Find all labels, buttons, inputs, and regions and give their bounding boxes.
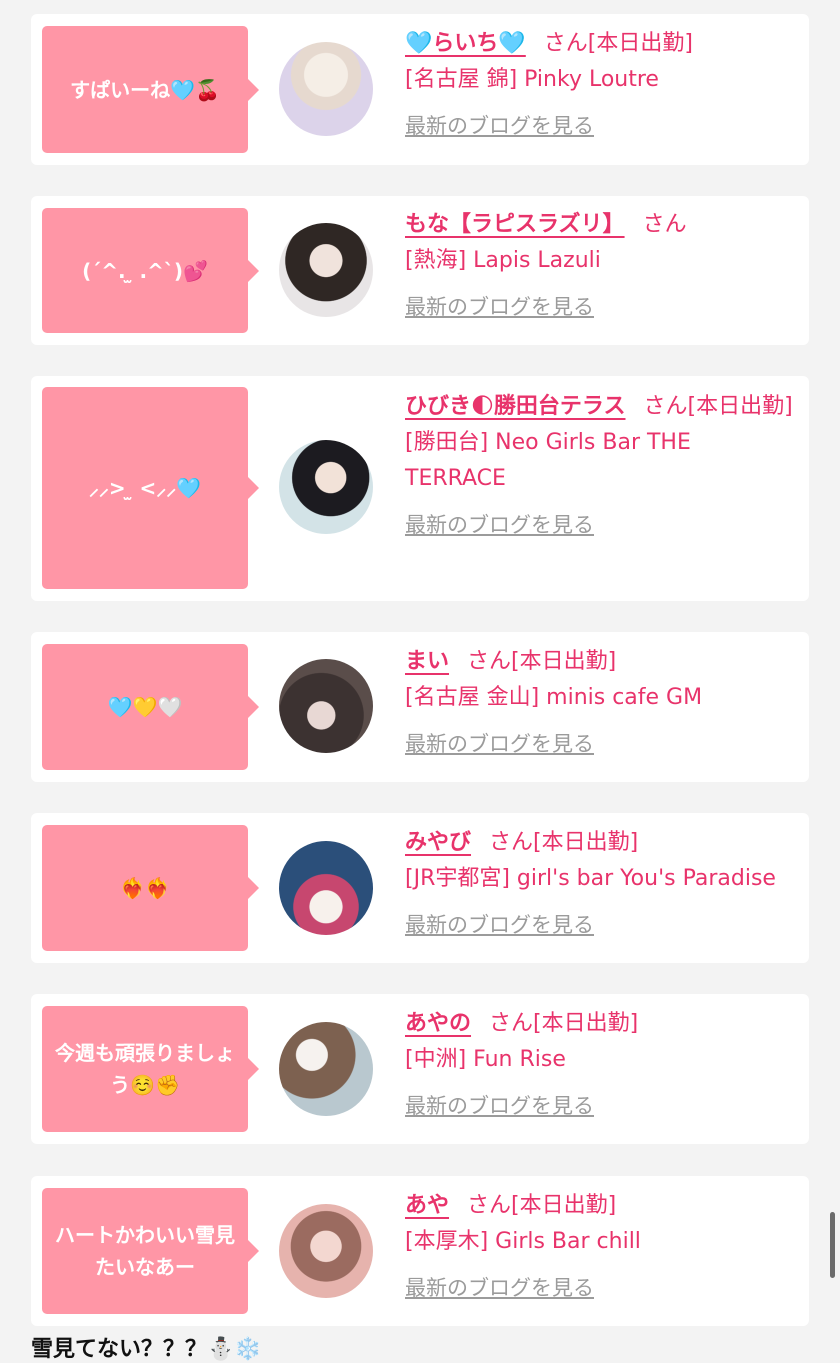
blog-card: 今週も頑張りましょう☺️✊ あやの さん[本日出勤] [中洲] Fun Rise …	[31, 994, 809, 1144]
comment-bubble: (ˊ^. ̫ .^ˋ)💕	[42, 208, 259, 333]
avatar[interactable]	[279, 440, 373, 534]
blog-card: ❤️‍🔥❤️‍🔥 みやび さん[本日出勤] [JR宇都宮] girl's bar …	[31, 813, 809, 963]
status-text: さん[本日出勤]	[467, 649, 617, 674]
latest-blog-link[interactable]: 最新のブログを見る	[405, 726, 795, 762]
cast-name-link[interactable]: まい	[405, 649, 449, 674]
avatar[interactable]	[279, 223, 373, 317]
latest-blog-link[interactable]: 最新のブログを見る	[405, 108, 795, 144]
comment-bubble: 🩵💛🤍	[42, 644, 259, 770]
blog-card: すぱいーね🩵🍒 🩵らいち🩵 さん[本日出勤] [名古屋 錦] Pinky Lout…	[31, 14, 809, 165]
status-text: さん[本日出勤]	[543, 31, 693, 56]
latest-blog-link[interactable]: 最新のブログを見る	[405, 1088, 795, 1124]
latest-blog-link[interactable]: 最新のブログを見る	[405, 289, 795, 325]
status-text: さん[本日出勤]	[467, 1193, 617, 1218]
comment-bubble: ハートかわいい雪見たいなあー	[42, 1188, 259, 1314]
cast-name-link[interactable]: もな【ラピスラズリ】	[405, 212, 625, 237]
avatar[interactable]	[279, 841, 373, 935]
avatar[interactable]	[279, 42, 373, 136]
blog-card: ⸝⸝> ̫ <⸝⸝🩵 ひびき🌓勝田台テラス さん[本日出勤] [勝田台] Neo …	[31, 376, 809, 601]
cast-name-link[interactable]: あや	[405, 1193, 449, 1218]
cast-name-link[interactable]: あやの	[405, 1011, 471, 1036]
shop-name: [本厚木] Girls Bar chill	[405, 1229, 641, 1254]
comment-bubble: すぱいーね🩵🍒	[42, 26, 259, 153]
comment-bubble: ❤️‍🔥❤️‍🔥	[42, 825, 259, 951]
shop-name: [勝田台] Neo Girls Bar THE TERRACE	[405, 430, 691, 491]
avatar[interactable]	[279, 1204, 373, 1298]
cast-name-link[interactable]: 🩵らいち🩵	[405, 31, 526, 56]
avatar[interactable]	[279, 659, 373, 753]
blog-card: (ˊ^. ̫ .^ˋ)💕 もな【ラピスラズリ】 さん [熱海] Lapis Laz…	[31, 196, 809, 345]
comment-bubble: ⸝⸝> ̫ <⸝⸝🩵	[42, 387, 259, 589]
shop-name: [中洲] Fun Rise	[405, 1047, 566, 1072]
shop-name: [JR宇都宮] girl's bar You's Paradise	[405, 866, 776, 891]
avatar[interactable]	[279, 1022, 373, 1116]
status-text: さん[本日出勤]	[643, 394, 793, 419]
latest-blog-link[interactable]: 最新のブログを見る	[405, 1270, 795, 1306]
status-text: さん[本日出勤]	[489, 1011, 639, 1036]
comment-bubble: 今週も頑張りましょう☺️✊	[42, 1006, 259, 1132]
status-text: さん	[642, 212, 687, 237]
scrollbar[interactable]	[830, 1212, 835, 1278]
status-text: さん[本日出勤]	[489, 830, 639, 855]
cast-name-link[interactable]: ひびき🌓勝田台テラス	[405, 394, 626, 419]
latest-blog-link[interactable]: 最新のブログを見る	[405, 507, 795, 543]
blog-card: ハートかわいい雪見たいなあー あや さん[本日出勤] [本厚木] Girls Ba…	[31, 1176, 809, 1326]
shop-name: [名古屋 金山] minis cafe GM	[405, 685, 703, 710]
section-heading: 雪見てない？？？⛄❄️	[31, 1337, 262, 1362]
shop-name: [名古屋 錦] Pinky Loutre	[405, 67, 659, 92]
blog-card: 🩵💛🤍 まい さん[本日出勤] [名古屋 金山] minis cafe GM 最新…	[31, 632, 809, 782]
latest-blog-link[interactable]: 最新のブログを見る	[405, 907, 795, 943]
cast-name-link[interactable]: みやび	[405, 830, 471, 855]
shop-name: [熱海] Lapis Lazuli	[405, 248, 601, 273]
